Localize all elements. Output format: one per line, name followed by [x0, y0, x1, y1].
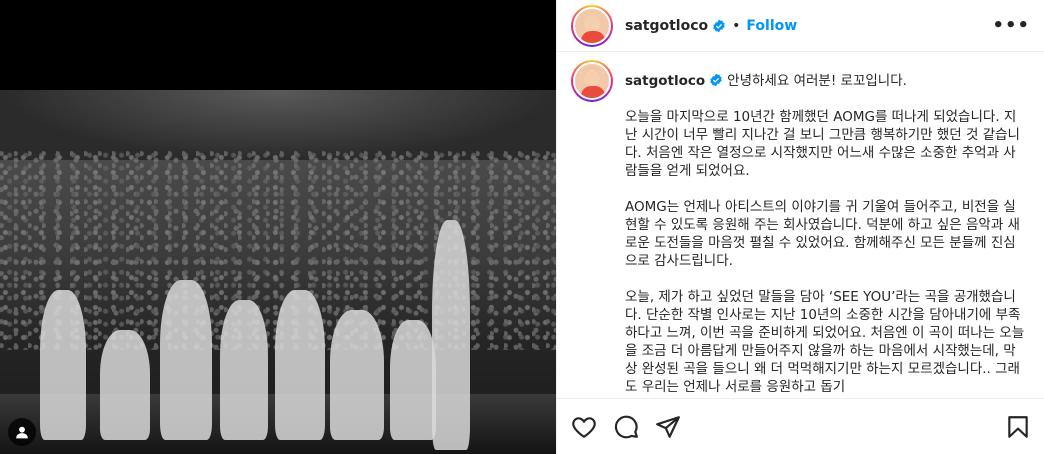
send-icon[interactable]: [655, 414, 681, 440]
caption-text: satgotloco 안녕하세요 여러분! 로꼬입니다. 오늘을 마지막으로 10…: [625, 60, 1025, 396]
performer: [390, 320, 436, 440]
caption-row: satgotloco 안녕하세요 여러분! 로꼬입니다. 오늘을 마지막으로 10…: [571, 60, 1031, 396]
performer: [432, 220, 470, 450]
performer: [160, 280, 212, 440]
bookmark-icon[interactable]: [1005, 414, 1031, 440]
performer: [220, 300, 268, 440]
comment-icon[interactable]: [613, 414, 639, 440]
performers-group: [40, 220, 480, 450]
more-options-button[interactable]: •••: [992, 15, 1030, 36]
user-tag-icon: [16, 426, 28, 439]
heart-icon[interactable]: [571, 414, 597, 440]
verified-badge-icon: [710, 73, 722, 87]
avatar-image: [573, 6, 611, 45]
concert-photo: [0, 90, 556, 454]
caption-paragraph: 오늘을 마지막으로 10년간 함께했던 AOMG를 떠나게 되었습니다. 지난 …: [625, 109, 1020, 179]
caption-author-avatar[interactable]: [571, 60, 613, 102]
post-header: satgotloco • Follow •••: [557, 0, 1044, 52]
post-media[interactable]: [0, 0, 556, 454]
caption-paragraph: AOMG는 언제나 아티스트의 이야기를 귀 기울여 들어주고, 비전을 실현할…: [625, 199, 1020, 269]
avatar-image: [573, 62, 611, 100]
follow-button[interactable]: Follow: [746, 18, 797, 34]
caption-paragraph: 오늘, 제가 하고 싶었던 말들을 담아 ‘SEE YOU’라는 곡을 공개했습…: [625, 289, 1025, 395]
performer: [40, 290, 86, 440]
separator-dot: •: [732, 17, 741, 34]
author-avatar[interactable]: [571, 4, 613, 47]
caption-scroll-area[interactable]: satgotloco 안녕하세요 여러분! 로꼬입니다. 오늘을 마지막으로 10…: [557, 60, 1044, 396]
performer: [275, 290, 325, 440]
performer: [100, 330, 150, 440]
post-panel: satgotloco • Follow ••• satgotloco 안녕하세요 …: [556, 0, 1044, 454]
caption-first-line: satgotloco 안녕하세요 여러분! 로꼬입니다.: [625, 72, 1025, 90]
caption-username[interactable]: satgotloco: [625, 73, 705, 89]
action-bar: [557, 398, 1044, 454]
verified-badge-icon: [713, 19, 725, 32]
user-tag-button[interactable]: [8, 418, 36, 446]
caption-greeting: 안녕하세요 여러분! 로꼬입니다.: [727, 73, 907, 89]
author-username[interactable]: satgotloco: [625, 18, 708, 34]
performer: [330, 310, 384, 440]
